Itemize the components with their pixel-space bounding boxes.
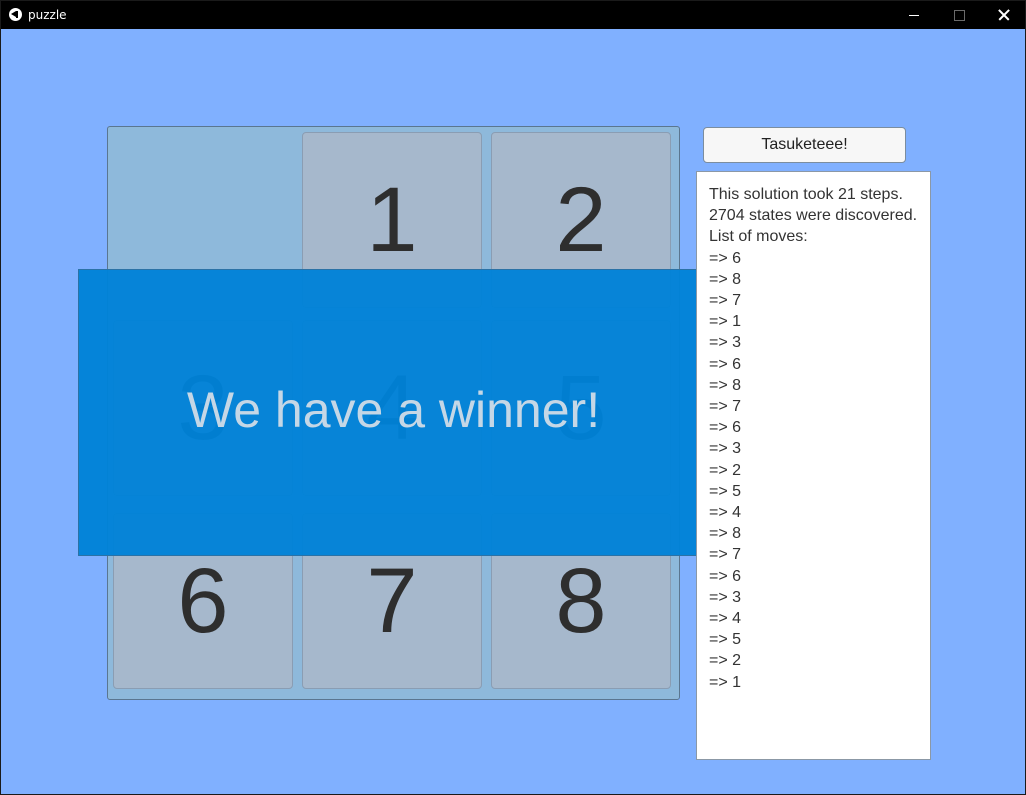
move-item: => 2 (709, 461, 742, 479)
winner-overlay: We have a winner! (78, 269, 709, 556)
move-item: => 3 (709, 588, 742, 606)
move-item: => 5 (709, 482, 742, 500)
move-item: => 6 (709, 419, 742, 437)
move-item: => 7 (709, 546, 742, 564)
move-item: => 6 (709, 249, 742, 267)
move-item: => 6 (709, 355, 742, 373)
move-item: => 4 (709, 610, 742, 628)
move-item: => 2 (709, 652, 742, 670)
solution-panel[interactable]: This solution took 21 steps. 2704 states… (696, 171, 931, 760)
winner-message: We have a winner! (186, 381, 601, 438)
move-item: => 3 (709, 334, 742, 352)
move-item: => 7 (709, 292, 742, 310)
steps-text: This solution took 21 steps. (709, 186, 903, 203)
move-item: => 3 (709, 440, 742, 458)
app-icon (9, 8, 22, 21)
solve-button[interactable]: Tasuketeee! (703, 127, 906, 163)
move-item: => 7 (709, 398, 742, 416)
move-item: => 6 (709, 567, 742, 585)
states-text: 2704 states were discovered. (709, 207, 918, 225)
close-button[interactable] (981, 1, 1026, 29)
move-item: => 8 (709, 270, 742, 288)
move-item: => 1 (709, 313, 742, 331)
minimize-button[interactable] (891, 1, 937, 29)
moves-list: => 6 => 8 => 7 => 1 => 3 => 6 => 8 => 7 => 6 => 3… (709, 248, 918, 693)
window-title: puzzle (28, 8, 67, 22)
move-item: => 5 (709, 631, 742, 649)
moves-label: List of moves: (709, 228, 808, 246)
move-item: => 1 (709, 673, 742, 691)
title-bar[interactable]: puzzle (1, 1, 1025, 29)
move-item: => 8 (709, 525, 742, 543)
maximize-button[interactable] (936, 1, 982, 29)
app-window: puzzle 1 2 3 4 5 6 7 8 We have a winner!… (0, 0, 1026, 795)
move-item: => 4 (709, 504, 742, 522)
move-item: => 8 (709, 376, 742, 394)
